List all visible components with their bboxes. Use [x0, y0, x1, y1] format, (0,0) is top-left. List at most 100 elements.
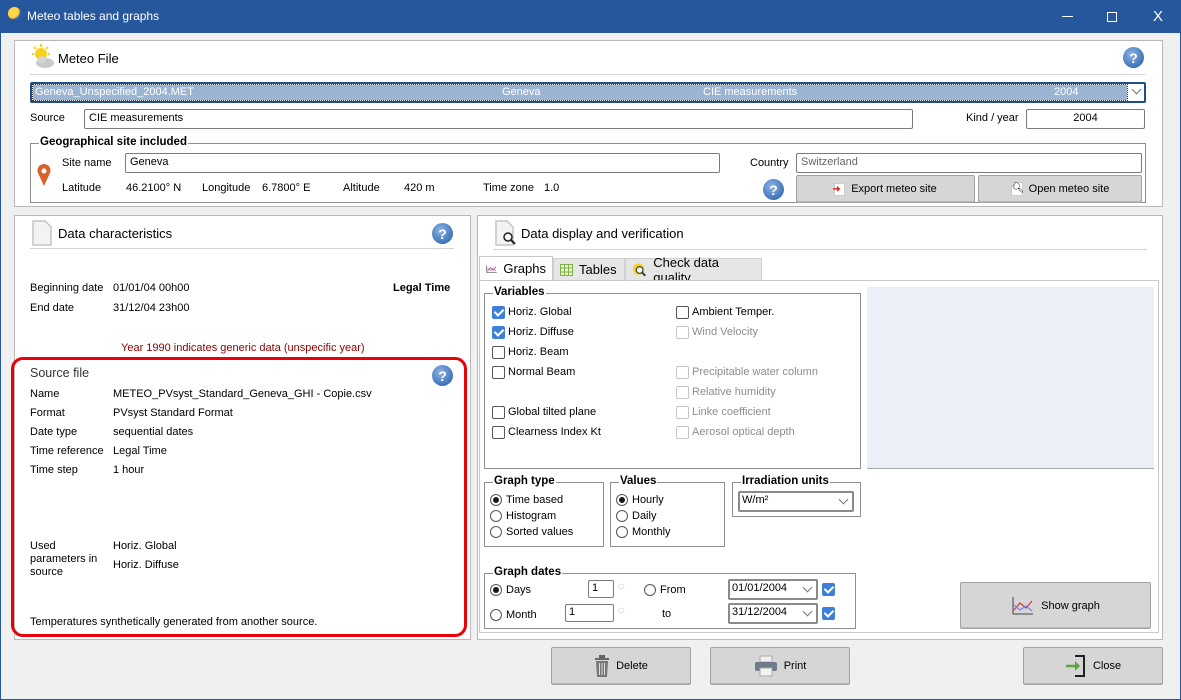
radio-time-based[interactable]: Time based [490, 492, 573, 508]
values-title: Values [619, 475, 658, 487]
radio-icon [616, 510, 628, 522]
altitude-label: Altitude [343, 182, 380, 194]
radio-monthly[interactable]: Monthly [616, 524, 671, 540]
delete-button[interactable]: Delete [551, 647, 691, 685]
timezone-value: 1.0 [544, 182, 560, 194]
checkbox-label: Horiz. Global [508, 306, 572, 318]
tab-check-data-quality[interactable]: Check data quality [625, 255, 762, 285]
latitude-value: 46.2100° N [126, 182, 182, 194]
print-button[interactable]: Print [710, 647, 850, 685]
close-window-button[interactable]: X [1135, 0, 1181, 33]
checkbox-checked-icon [492, 325, 505, 339]
irradiation-units-title: Irradiation units [741, 475, 830, 487]
checkbox-horiz-diffuse[interactable]: Horiz. Diffuse [492, 322, 601, 342]
document-search-icon [495, 220, 517, 246]
radio-hourly[interactable]: Hourly [616, 492, 671, 508]
help-icon[interactable]: ? [763, 179, 784, 200]
radio-histogram[interactable]: Histogram [490, 508, 573, 524]
checkbox-clearness-index[interactable]: Clearness Index Kt [492, 422, 601, 442]
radio-label: Daily [632, 510, 657, 522]
minimize-icon [1061, 16, 1073, 17]
meteo-file-select[interactable]: Geneva_Unspecified_2004.MET Geneva CIE m… [30, 82, 1146, 103]
spin-down-icon: ﹀ [617, 588, 625, 595]
source-row-value: sequential dates [113, 426, 194, 438]
radio-daily[interactable]: Daily [616, 508, 671, 524]
close-button[interactable]: Close [1023, 647, 1163, 685]
to-date-picker[interactable]: 31/12/2004 [728, 603, 818, 624]
tab-graphs[interactable]: Graphs [479, 256, 553, 280]
help-icon[interactable]: ? [432, 223, 453, 244]
divider [493, 249, 1147, 250]
end-date-value: 31/12/04 23h00 [113, 302, 190, 314]
open-meteo-site-button[interactable]: 🔍︎ Open meteo site [978, 175, 1142, 203]
site-name-input[interactable]: Geneva [125, 153, 720, 173]
country-input[interactable]: Switzerland [796, 153, 1142, 173]
to-date-checkbox[interactable] [822, 607, 835, 620]
divider [30, 74, 1145, 75]
irradiation-units-select[interactable]: W/m² [738, 491, 854, 512]
days-input[interactable]: 1 [588, 580, 614, 598]
radio-selected-icon [616, 494, 628, 506]
radio-label: Monthly [632, 526, 671, 538]
chevron-down-icon [1131, 84, 1142, 95]
title-bar: Meteo tables and graphs X [0, 0, 1181, 33]
tab-tables[interactable]: Tables [553, 258, 625, 280]
selected-file: Geneva_Unspecified_2004.MET [35, 86, 194, 98]
close-label: Close [1092, 660, 1122, 672]
days-spinner[interactable]: ︿ ﹀ [615, 580, 627, 598]
timezone-label: Time zone [483, 182, 534, 194]
checkbox-horiz-beam[interactable]: Horiz. Beam [492, 342, 601, 362]
selected-year: 2004 [1054, 86, 1079, 98]
temperatures-note: Temperatures synthetically generated fro… [30, 616, 318, 628]
month-spinner[interactable]: ︿ ﹀ [615, 604, 627, 622]
help-icon[interactable]: ? [432, 365, 453, 386]
selected-option: Geneva_Unspecified_2004.MET Geneva CIE m… [32, 84, 1128, 101]
checkbox-normal-beam[interactable]: Normal Beam [492, 362, 601, 382]
checkbox-wind-velocity: Wind Velocity [676, 322, 818, 342]
used-params-label: Used parameters in source [30, 540, 98, 578]
end-date-label: End date [30, 302, 75, 314]
graph-type-options: Time based Histogram Sorted values [490, 492, 573, 540]
checkbox-label: Clearness Index Kt [508, 426, 601, 438]
radio-sorted-values[interactable]: Sorted values [490, 524, 573, 540]
checkbox-checked-icon [822, 607, 835, 620]
source-file-header: Source file [30, 366, 90, 380]
data-characteristics-header: Data characteristics [58, 226, 173, 241]
from-date-checkbox[interactable] [822, 583, 835, 596]
checkbox-icon [492, 405, 505, 419]
checkbox-horiz-global[interactable]: Horiz. Global [492, 302, 601, 322]
radio-label: Days [506, 584, 532, 596]
checkbox-ambient-temper[interactable]: Ambient Temper. [676, 302, 818, 322]
source-input[interactable]: CIE measurements [84, 109, 913, 129]
from-date-picker[interactable]: 01/01/2004 [728, 579, 818, 600]
graph-icon [486, 264, 497, 273]
radio-label: Histogram [506, 510, 557, 522]
spin-up-icon: ︿ [617, 580, 625, 587]
open-meteo-site-label: Open meteo site [1028, 183, 1110, 195]
selected-source: CIE measurements [703, 86, 798, 98]
radio-month[interactable]: Month [490, 607, 537, 623]
radio-selected-icon [490, 584, 502, 596]
show-graph-button[interactable]: Show graph [960, 582, 1151, 629]
time-mode-label: Legal Time [393, 282, 451, 294]
checkbox-global-tilted-plane[interactable]: Global tilted plane [492, 402, 601, 422]
from-date-value: 01/01/2004 [732, 582, 788, 594]
month-input[interactable]: 1 [565, 604, 614, 622]
maximize-button[interactable] [1089, 0, 1135, 33]
app-icon [8, 7, 21, 20]
minimize-button[interactable] [1044, 0, 1090, 33]
show-graph-label: Show graph [1041, 599, 1100, 612]
export-meteo-site-button[interactable]: ➜ Export meteo site [796, 175, 975, 203]
kind-year-input[interactable]: 2004 [1026, 109, 1145, 129]
checkbox-relative-humidity: Relative humidity [676, 382, 818, 402]
help-icon[interactable]: ? [1123, 47, 1144, 68]
radio-from[interactable]: From [644, 582, 686, 598]
chevron-down-icon [802, 582, 813, 593]
checkbox-label: Precipitable water column [692, 366, 818, 378]
country-label: Country [750, 157, 789, 169]
radio-days[interactable]: Days [490, 582, 531, 598]
variables-title: Variables [493, 286, 546, 298]
radio-icon [490, 609, 502, 621]
generic-year-note: Year 1990 indicates generic data (unspec… [121, 342, 365, 354]
latitude-label: Latitude [62, 182, 102, 194]
